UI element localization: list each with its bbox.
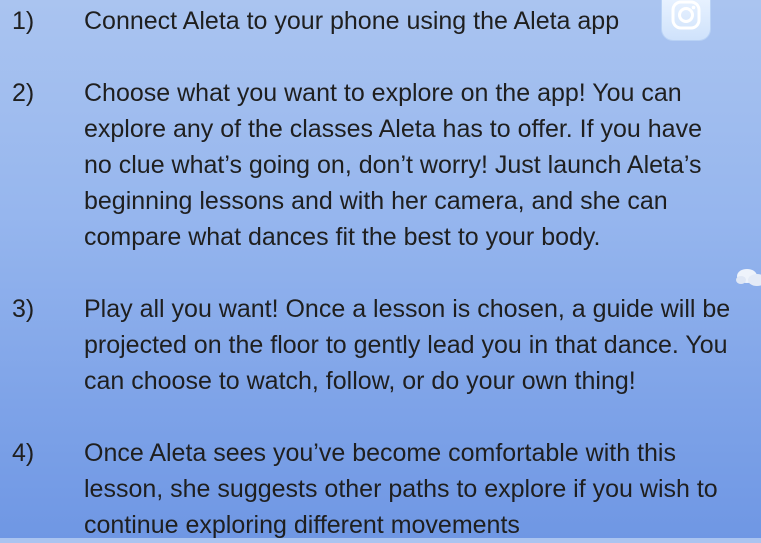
hand-decoration-icon <box>736 269 761 286</box>
step-4-number: 4) <box>12 439 35 467</box>
step-2-text: Choose what you want to explore on the a… <box>84 79 702 251</box>
step-2-number: 2) <box>12 79 35 107</box>
step-1-text: Connect Aleta to your phone using the Al… <box>84 7 620 35</box>
step-4-text: Once Aleta sees you’ve become comfortabl… <box>84 439 718 539</box>
camera-app-icon <box>661 0 711 41</box>
step-3-text: Play all you want! Once a lesson is chos… <box>84 295 731 395</box>
step-1-number: 1) <box>12 7 35 35</box>
step-3-number: 3) <box>12 295 35 323</box>
